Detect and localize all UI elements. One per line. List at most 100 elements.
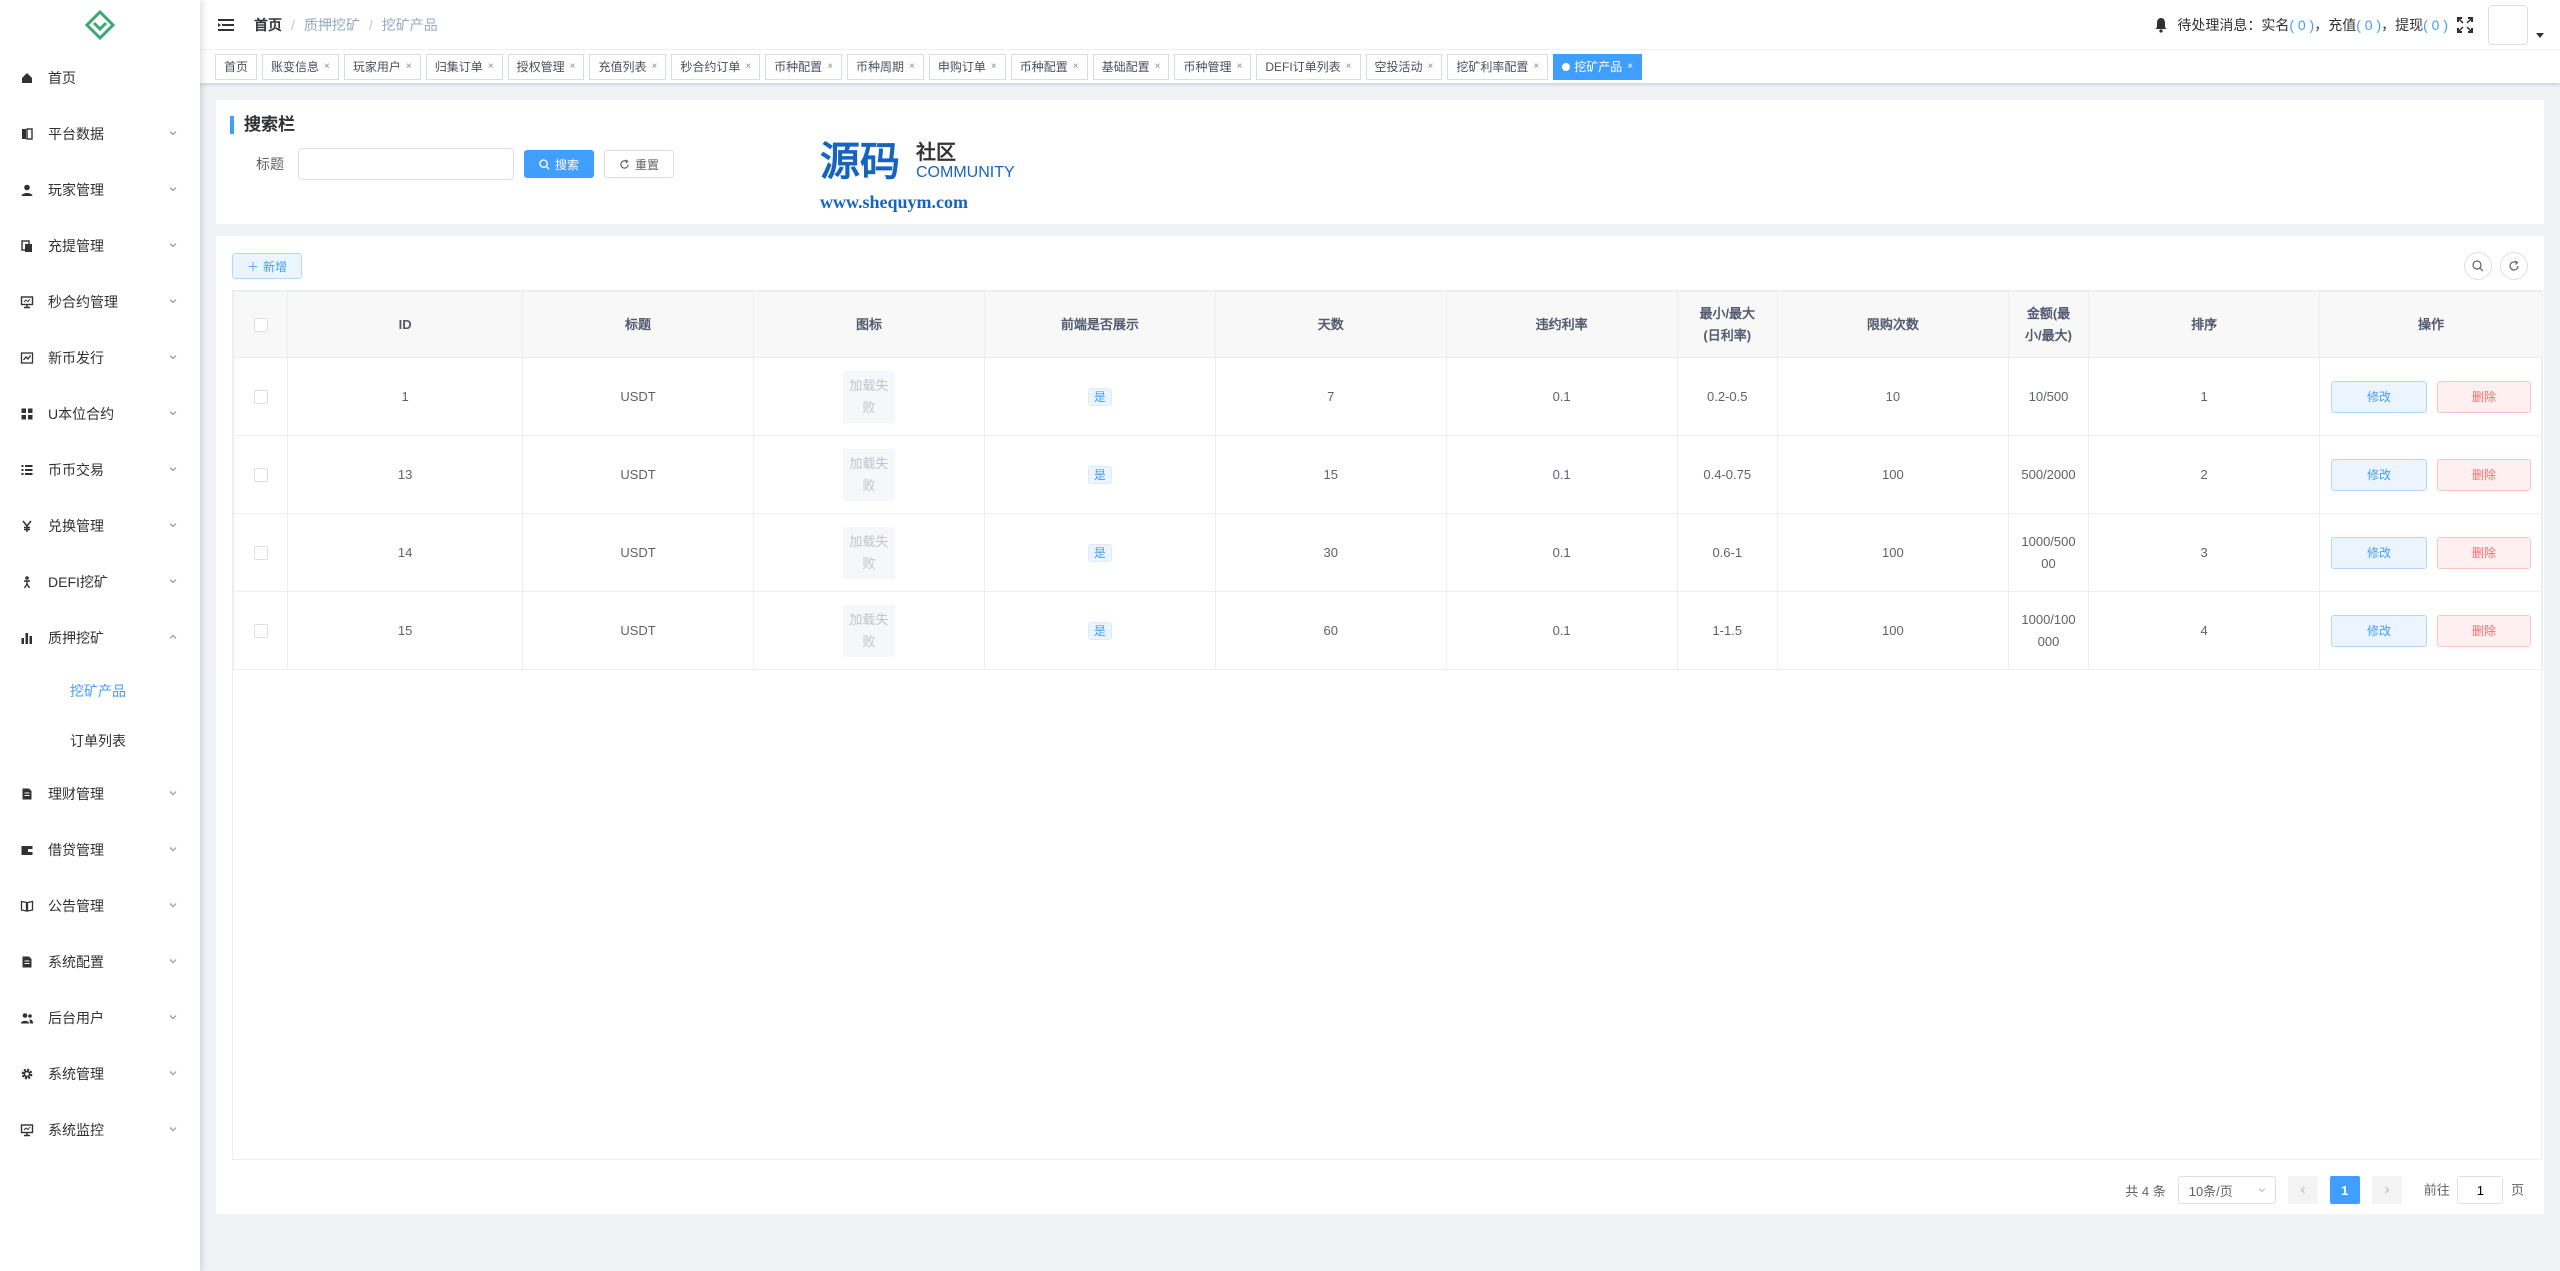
prev-page-button[interactable] bbox=[2287, 1176, 2318, 1204]
sidebar-item-16[interactable]: 系统管理 bbox=[0, 1046, 200, 1102]
tag-14[interactable]: 空投活动 × bbox=[1365, 53, 1443, 80]
close-icon[interactable]: × bbox=[827, 55, 833, 79]
sidebar-item-3[interactable]: 充提管理 bbox=[0, 218, 200, 274]
logo[interactable] bbox=[0, 0, 200, 50]
close-icon[interactable]: × bbox=[324, 55, 330, 79]
sidebar-item-label: 平台数据 bbox=[48, 126, 104, 142]
sidebar-subitem-0[interactable]: 挖矿产品 bbox=[0, 666, 200, 716]
file-icon bbox=[22, 956, 32, 968]
goto-page-input[interactable] bbox=[2457, 1176, 2504, 1204]
avatar[interactable] bbox=[2488, 5, 2528, 45]
close-icon[interactable]: × bbox=[1155, 55, 1161, 79]
sidebar-item-15[interactable]: 后台用户 bbox=[0, 990, 200, 1046]
sidebar-item-9[interactable]: DEFI挖矿 bbox=[0, 554, 200, 610]
sidebar-item-11[interactable]: 理财管理 bbox=[0, 766, 200, 822]
monitor-icon bbox=[20, 296, 34, 309]
refresh-button[interactable] bbox=[2500, 252, 2528, 280]
toggle-search-button[interactable] bbox=[2464, 252, 2492, 280]
close-icon[interactable]: × bbox=[1533, 55, 1539, 79]
sidebar-item-8[interactable]: 兑换管理 bbox=[0, 498, 200, 554]
tag-6[interactable]: 秒合约订单 × bbox=[671, 53, 761, 80]
sidebar-item-5[interactable]: 新币发行 bbox=[0, 330, 200, 386]
row-checkbox[interactable] bbox=[253, 390, 268, 405]
close-icon[interactable]: × bbox=[570, 55, 576, 79]
tag-8[interactable]: 币种周期 × bbox=[847, 53, 924, 80]
tag-5[interactable]: 充值列表 × bbox=[589, 53, 667, 80]
edit-button[interactable]: 修改 bbox=[2331, 458, 2428, 491]
edit-button[interactable]: 修改 bbox=[2331, 380, 2428, 413]
sidebar-item-4[interactable]: 秒合约管理 bbox=[0, 274, 200, 330]
caret-down-icon[interactable] bbox=[2536, 31, 2544, 39]
hamburger-icon[interactable] bbox=[216, 15, 236, 35]
page-number-current[interactable]: 1 bbox=[2329, 1176, 2360, 1204]
row-checkbox[interactable] bbox=[253, 468, 268, 483]
sidebar-item-10[interactable]: 质押挖矿 bbox=[0, 610, 200, 666]
sidebar-item-12[interactable]: 借贷管理 bbox=[0, 822, 200, 878]
tag-2[interactable]: 玩家用户 × bbox=[343, 53, 421, 80]
close-icon[interactable]: × bbox=[991, 55, 997, 79]
page-size-select[interactable]: 10条/页 bbox=[2177, 1176, 2276, 1204]
close-icon[interactable]: × bbox=[1073, 55, 1079, 79]
edit-button[interactable]: 修改 bbox=[2331, 536, 2428, 569]
cell-select[interactable] bbox=[232, 513, 289, 592]
close-icon[interactable]: × bbox=[488, 55, 494, 79]
cell-select[interactable] bbox=[232, 591, 289, 670]
close-icon[interactable]: × bbox=[1627, 55, 1633, 79]
close-icon[interactable]: × bbox=[1428, 55, 1434, 79]
sidebar-subitem-1[interactable]: 订单列表 bbox=[0, 716, 200, 766]
select-all-checkbox[interactable] bbox=[253, 318, 268, 333]
sidebar-item-7[interactable]: 币币交易 bbox=[0, 442, 200, 498]
row-checkbox[interactable] bbox=[253, 624, 268, 639]
sidebar-item-6[interactable]: U本位合约 bbox=[0, 386, 200, 442]
chevron-down-icon bbox=[169, 1127, 177, 1132]
tag-16[interactable]: 挖矿产品 × bbox=[1553, 53, 1643, 80]
tag-0[interactable]: 首页 bbox=[215, 53, 258, 80]
delete-button[interactable]: 删除 bbox=[2437, 380, 2532, 413]
sidebar-item-13[interactable]: 公告管理 bbox=[0, 878, 200, 934]
sidebar-item-1[interactable]: 平台数据 bbox=[0, 106, 200, 162]
delete-button[interactable]: 删除 bbox=[2437, 458, 2532, 491]
delete-button[interactable]: 删除 bbox=[2437, 614, 2532, 647]
tag-11[interactable]: 基础配置 × bbox=[1092, 53, 1170, 80]
tag-15[interactable]: 挖矿利率配置 × bbox=[1447, 53, 1549, 80]
cell-select[interactable] bbox=[232, 435, 289, 514]
close-icon[interactable]: × bbox=[1346, 55, 1352, 79]
sidebar-item-label: 后台用户 bbox=[48, 1010, 104, 1026]
add-button[interactable]: ＋ 新增 bbox=[232, 253, 303, 279]
navbar-right: 待处理消息：实名( 0 )，充值( 0 )，提现( 0 ) bbox=[2153, 0, 2544, 50]
cell-sort: 2 bbox=[2088, 435, 2321, 514]
tag-13[interactable]: DEFI订单列表 × bbox=[1256, 53, 1361, 80]
close-icon[interactable]: × bbox=[651, 55, 657, 79]
tag-10[interactable]: 币种配置 × bbox=[1010, 53, 1088, 80]
close-icon[interactable]: × bbox=[909, 55, 915, 79]
search-button[interactable]: 搜索 bbox=[524, 150, 595, 178]
tag-9[interactable]: 申购订单 × bbox=[928, 53, 1006, 80]
close-icon[interactable]: × bbox=[745, 55, 751, 79]
sidebar-item-label: 充提管理 bbox=[48, 238, 104, 254]
close-icon[interactable]: × bbox=[406, 55, 412, 79]
title-input[interactable] bbox=[298, 148, 514, 180]
pending-notice[interactable]: 待处理消息：实名( 0 )，充值( 0 )，提现( 0 ) bbox=[2177, 15, 2448, 35]
sidebar-item-17[interactable]: 系统监控 bbox=[0, 1102, 200, 1158]
cell-select[interactable] bbox=[232, 357, 289, 436]
delete-button[interactable]: 删除 bbox=[2437, 536, 2532, 569]
breadcrumb-home[interactable]: 首页 bbox=[254, 15, 282, 35]
next-page-button[interactable] bbox=[2371, 1176, 2402, 1204]
fullscreen-icon[interactable] bbox=[2456, 16, 2474, 34]
header-select-all[interactable] bbox=[232, 291, 289, 358]
tag-4[interactable]: 授权管理 × bbox=[507, 53, 585, 80]
edit-button[interactable]: 修改 bbox=[2331, 614, 2428, 647]
bell-icon[interactable] bbox=[2153, 17, 2169, 33]
sidebar-item-2[interactable]: 玩家管理 bbox=[0, 162, 200, 218]
chevron-down-icon bbox=[169, 1015, 177, 1020]
row-checkbox[interactable] bbox=[253, 546, 268, 561]
reset-button[interactable]: 重置 bbox=[604, 150, 675, 178]
tag-3[interactable]: 归集订单 × bbox=[425, 53, 503, 80]
sidebar-item-label: DEFI挖矿 bbox=[48, 574, 108, 590]
close-icon[interactable]: × bbox=[1236, 55, 1242, 79]
sidebar-item-0[interactable]: 首页 bbox=[0, 50, 200, 106]
tag-12[interactable]: 币种管理 × bbox=[1174, 53, 1252, 80]
tag-1[interactable]: 账变信息 × bbox=[262, 53, 339, 80]
tag-7[interactable]: 币种配置 × bbox=[765, 53, 843, 80]
sidebar-item-14[interactable]: 系统配置 bbox=[0, 934, 200, 990]
